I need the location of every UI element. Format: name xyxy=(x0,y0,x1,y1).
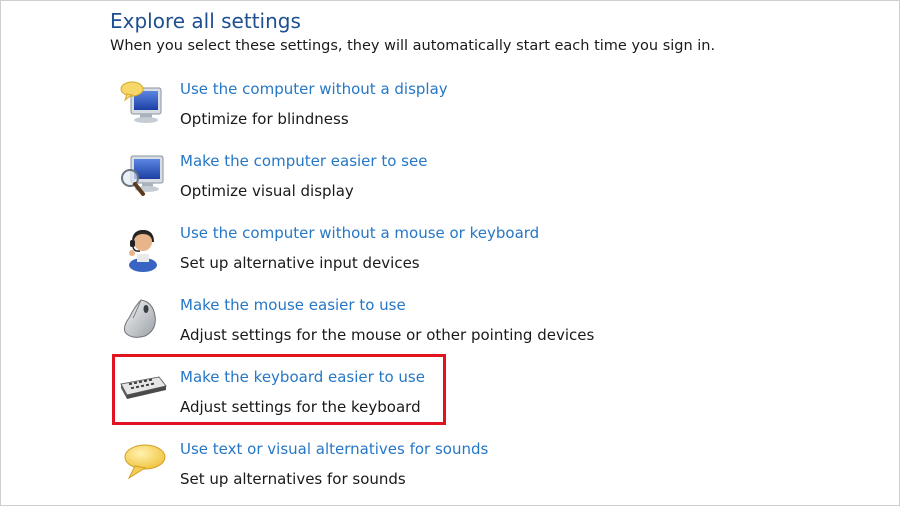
ease-of-access-panel: Explore all settings When you select the… xyxy=(0,0,900,506)
person-headset-icon xyxy=(129,229,157,272)
speech-bubble-icon xyxy=(124,444,166,480)
mouse-icon xyxy=(124,299,156,338)
setting-item-no-mouse-keyboard[interactable]: Use the computer without a mouse or keyb… xyxy=(119,224,679,284)
monitor-magnifier-icon xyxy=(121,155,164,196)
setting-item-no-display[interactable]: Use the computer without a display Optim… xyxy=(119,80,679,140)
desc-sound-alternatives: Set up alternatives for sounds xyxy=(180,470,406,488)
link-without-mouse-keyboard[interactable]: Use the computer without a mouse or keyb… xyxy=(180,224,539,242)
link-use-without-display[interactable]: Use the computer without a display xyxy=(180,80,448,98)
section-title: Explore all settings xyxy=(110,9,301,33)
setting-item-sounds[interactable]: Use text or visual alternatives for soun… xyxy=(119,440,679,500)
desc-optimize-blindness: Optimize for blindness xyxy=(180,110,349,128)
section-subtitle: When you select these settings, they wil… xyxy=(110,38,716,54)
desc-alternative-input: Set up alternative input devices xyxy=(180,254,420,272)
link-sound-alternatives[interactable]: Use text or visual alternatives for soun… xyxy=(180,440,488,458)
monitor-speech-bubble-icon xyxy=(120,81,162,123)
setting-item-easier-to-see[interactable]: Make the computer easier to see Optimize… xyxy=(119,152,679,212)
desc-mouse-settings: Adjust settings for the mouse or other p… xyxy=(180,326,595,344)
desc-optimize-visual-display: Optimize visual display xyxy=(180,182,354,200)
setting-item-mouse[interactable]: Make the mouse easier to use Adjust sett… xyxy=(119,296,679,356)
link-mouse-easier[interactable]: Make the mouse easier to use xyxy=(180,296,406,314)
highlight-box xyxy=(112,354,446,425)
link-easier-to-see[interactable]: Make the computer easier to see xyxy=(180,152,427,170)
